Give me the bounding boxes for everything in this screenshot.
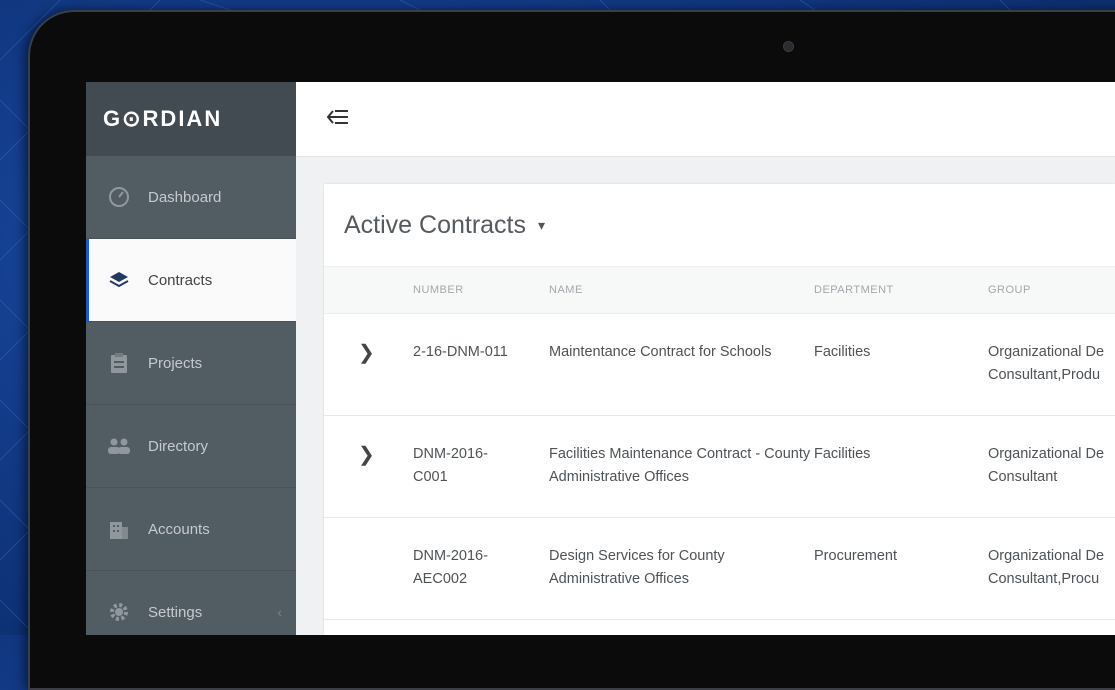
contracts-card: Active Contracts ▾ NUMBER NAME DEPARTMEN…	[324, 184, 1115, 635]
sidebar-item-contracts[interactable]: Contracts	[86, 239, 296, 322]
top-bar	[296, 82, 1115, 157]
sidebar-item-settings[interactable]: Settings ‹	[86, 571, 296, 635]
logo[interactable]: G⊙RDIAN	[86, 82, 296, 156]
sidebar: G⊙RDIAN Dashboard Contracts Projects Dir	[86, 82, 296, 635]
contracts-table: NUMBER NAME DEPARTMENT GROUP ❯ 2-16-DNM-…	[324, 266, 1115, 620]
camera-icon	[784, 42, 793, 51]
clipboard-icon	[106, 352, 132, 374]
sidebar-item-projects[interactable]: Projects	[86, 322, 296, 405]
cell-expand-empty	[324, 518, 412, 620]
app-screen: G⊙RDIAN Dashboard Contracts Projects Dir	[86, 82, 1115, 635]
cell-group: Organizational De Consultant,Procu	[988, 548, 1105, 587]
sidebar-item-label: Accounts	[148, 520, 210, 538]
cell-department: Procurement	[814, 548, 898, 564]
cell-group: Organizational De Consultant	[988, 446, 1105, 485]
page-title[interactable]: Active Contracts ▾	[324, 184, 1115, 266]
people-icon	[106, 435, 132, 457]
cell-department: Facilities	[814, 446, 871, 462]
sidebar-item-label: Contracts	[148, 271, 213, 289]
chevron-right-icon[interactable]: ❯	[324, 314, 412, 416]
table-row[interactable]: DNM-2016- AEC002 Design Services for Coun…	[324, 518, 1115, 620]
header-number[interactable]: NUMBER	[412, 266, 548, 314]
layers-icon	[106, 269, 132, 291]
cell-number: DNM-2016- C001	[413, 446, 488, 485]
chevron-right-icon[interactable]: ❯	[324, 416, 412, 518]
header-expand	[324, 266, 412, 314]
header-group[interactable]: GROUP	[987, 266, 1115, 314]
building-icon	[106, 518, 132, 540]
cell-department: Facilities	[814, 344, 871, 360]
page-title-text: Active Contracts	[344, 210, 527, 239]
cell-name: Design Services for County Administrativ…	[549, 548, 725, 587]
table-row[interactable]: ❯ 2-16-DNM-011 Maintentance Contract for…	[324, 314, 1115, 416]
table-header-row: NUMBER NAME DEPARTMENT GROUP	[324, 266, 1115, 314]
cell-number: DNM-2016- AEC002	[413, 548, 488, 587]
sidebar-item-accounts[interactable]: Accounts	[86, 488, 296, 571]
header-department[interactable]: DEPARTMENT	[813, 266, 987, 314]
logo-text: G⊙RDIAN	[103, 106, 223, 131]
sidebar-item-directory[interactable]: Directory	[86, 405, 296, 488]
collapse-menu-icon[interactable]	[326, 108, 350, 131]
table-row[interactable]: ❯ DNM-2016- C001 Facilities Maintenance C…	[324, 416, 1115, 518]
gauge-icon	[106, 186, 132, 208]
sidebar-item-label: Directory	[148, 437, 209, 455]
cell-number: 2-16-DNM-011	[413, 344, 508, 360]
cell-name: Facilities Maintenance Contract - County…	[549, 446, 811, 485]
sidebar-item-dashboard[interactable]: Dashboard	[86, 156, 296, 239]
gear-icon	[106, 601, 132, 623]
sidebar-item-label: Dashboard	[148, 188, 222, 206]
header-name[interactable]: NAME	[548, 266, 813, 314]
caret-down-icon[interactable]: ▾	[538, 217, 545, 234]
sidebar-item-label: Projects	[148, 354, 203, 372]
chevron-left-icon[interactable]: ‹	[277, 604, 282, 620]
cell-group: Organizational De Consultant,Produ	[988, 344, 1105, 383]
sidebar-item-label: Settings	[148, 603, 203, 621]
cell-name: Maintentance Contract for Schools	[549, 344, 772, 360]
